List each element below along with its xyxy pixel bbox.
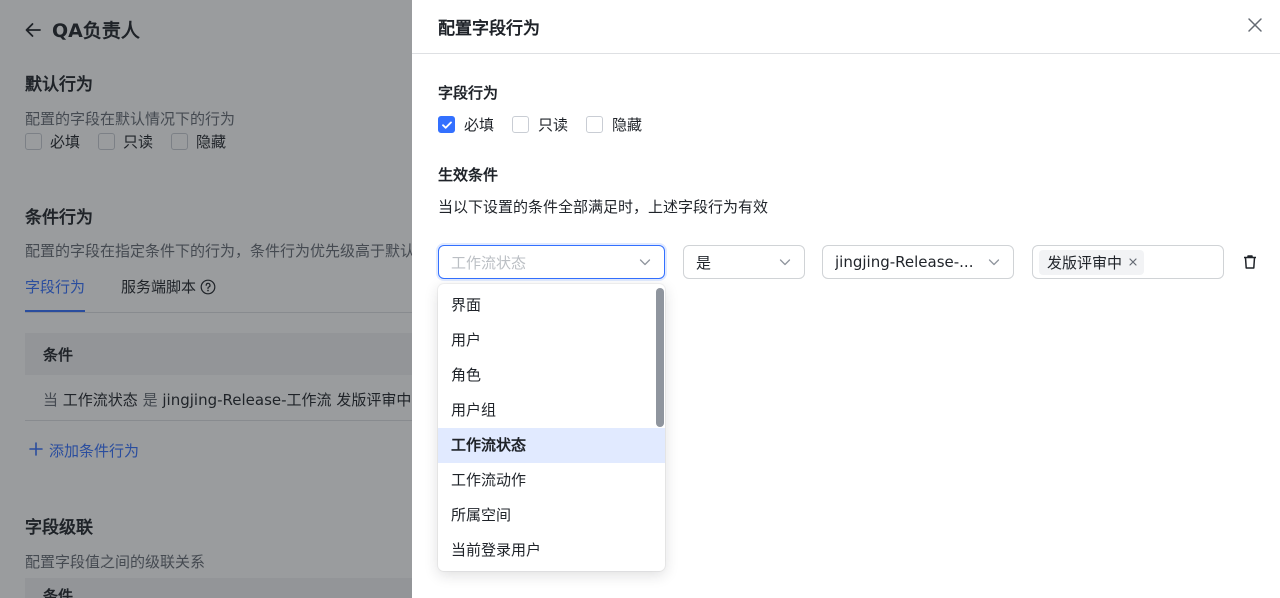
state-tag: 发版评审中 [1039,249,1145,275]
close-icon[interactable] [1246,16,1264,34]
dropdown-scrollbar[interactable] [656,288,664,427]
checkbox-box[interactable] [512,116,530,133]
field-dropdown-menu: 界面 用户 角色 用户组 工作流状态 工作流动作 所属空间 当前登录用户 [438,284,665,571]
drawer-header: 配置字段行为 [412,0,1280,54]
chevron-down-icon [987,255,1001,269]
chevron-down-icon [638,255,652,269]
dropdown-option[interactable]: 当前登录用户 [438,533,665,568]
drawer-title: 配置字段行为 [438,19,540,39]
workflow-select[interactable]: jingjing-Release-... [822,245,1014,279]
checkbox-box[interactable] [586,116,604,133]
dropdown-option-active[interactable]: 工作流状态 [438,428,665,463]
field-behavior-checkboxes: 必填 只读 隐藏 [438,114,642,135]
chevron-down-icon [778,255,792,269]
checkbox-label: 必填 [464,116,495,134]
checkbox-label: 只读 [538,116,569,134]
field-behavior-label: 字段行为 [438,84,499,102]
behavior-required[interactable]: 必填 [438,114,494,135]
trash-icon[interactable] [1241,253,1259,271]
tag-label: 发版评审中 [1047,253,1123,272]
condition-desc: 当以下设置的条件全部满足时，上述字段行为有效 [438,198,769,216]
condition-field-select[interactable]: 工作流状态 [438,245,665,279]
select-value: jingjing-Release-... [835,253,974,271]
check-icon [441,121,452,129]
behavior-readonly[interactable]: 只读 [512,114,568,135]
dropdown-option[interactable]: 所属空间 [438,498,665,533]
condition-label: 生效条件 [438,166,499,184]
select-value: 是 [696,253,712,272]
checkbox-label: 隐藏 [612,116,643,134]
dropdown-option[interactable]: 用户组 [438,393,665,428]
dropdown-list: 界面 用户 角色 用户组 工作流状态 工作流动作 所属空间 当前登录用户 [438,284,665,568]
dropdown-option[interactable]: 用户 [438,323,665,358]
dropdown-option[interactable]: 工作流动作 [438,463,665,498]
close-icon[interactable] [1128,257,1138,267]
select-placeholder: 工作流状态 [451,253,527,272]
behavior-hidden[interactable]: 隐藏 [586,114,642,135]
checkbox-box[interactable] [438,116,455,133]
dropdown-option[interactable]: 角色 [438,358,665,393]
dropdown-option[interactable]: 界面 [438,288,665,323]
condition-operator-select[interactable]: 是 [683,245,805,279]
state-multi-select[interactable]: 发版评审中 [1032,245,1224,279]
